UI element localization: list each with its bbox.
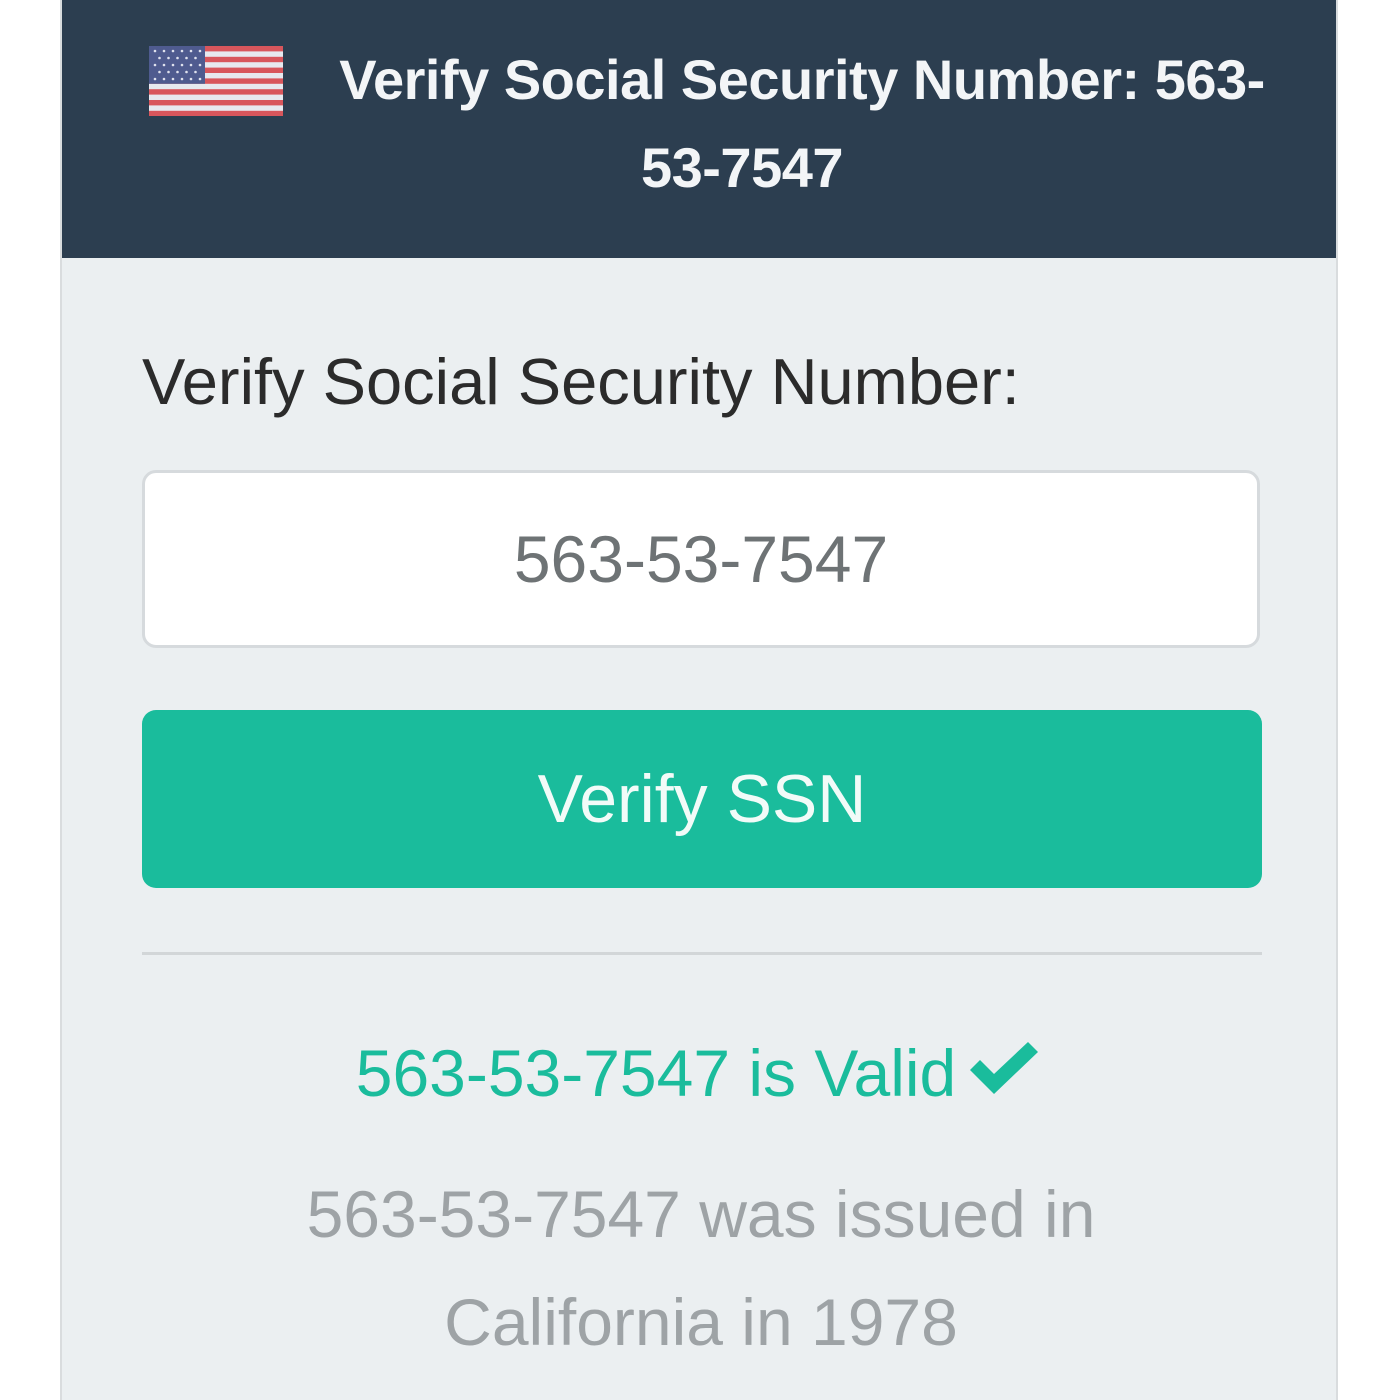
ssn-input[interactable] [142, 470, 1260, 648]
page-title: Verify Social Security Number: 563-53-75… [339, 48, 1265, 199]
issuance-info: 563-53-7547 was issued in California in … [306, 1177, 1096, 1359]
validation-result-text: 563-53-7547 is Valid [355, 1036, 957, 1110]
page-header: Verify Social Security Number: 563-53-75… [62, 0, 1336, 258]
ssn-verify-card: Verify Social Security Number: 563-53-75… [60, 0, 1338, 1400]
verify-ssn-button[interactable]: Verify SSN [142, 710, 1262, 888]
ssn-field-label: Verify Social Security Number: [142, 345, 1020, 418]
divider [142, 952, 1262, 955]
checkmark-icon [970, 1042, 1039, 1094]
validation-result: 563-53-7547 is Valid [62, 1030, 1336, 1116]
